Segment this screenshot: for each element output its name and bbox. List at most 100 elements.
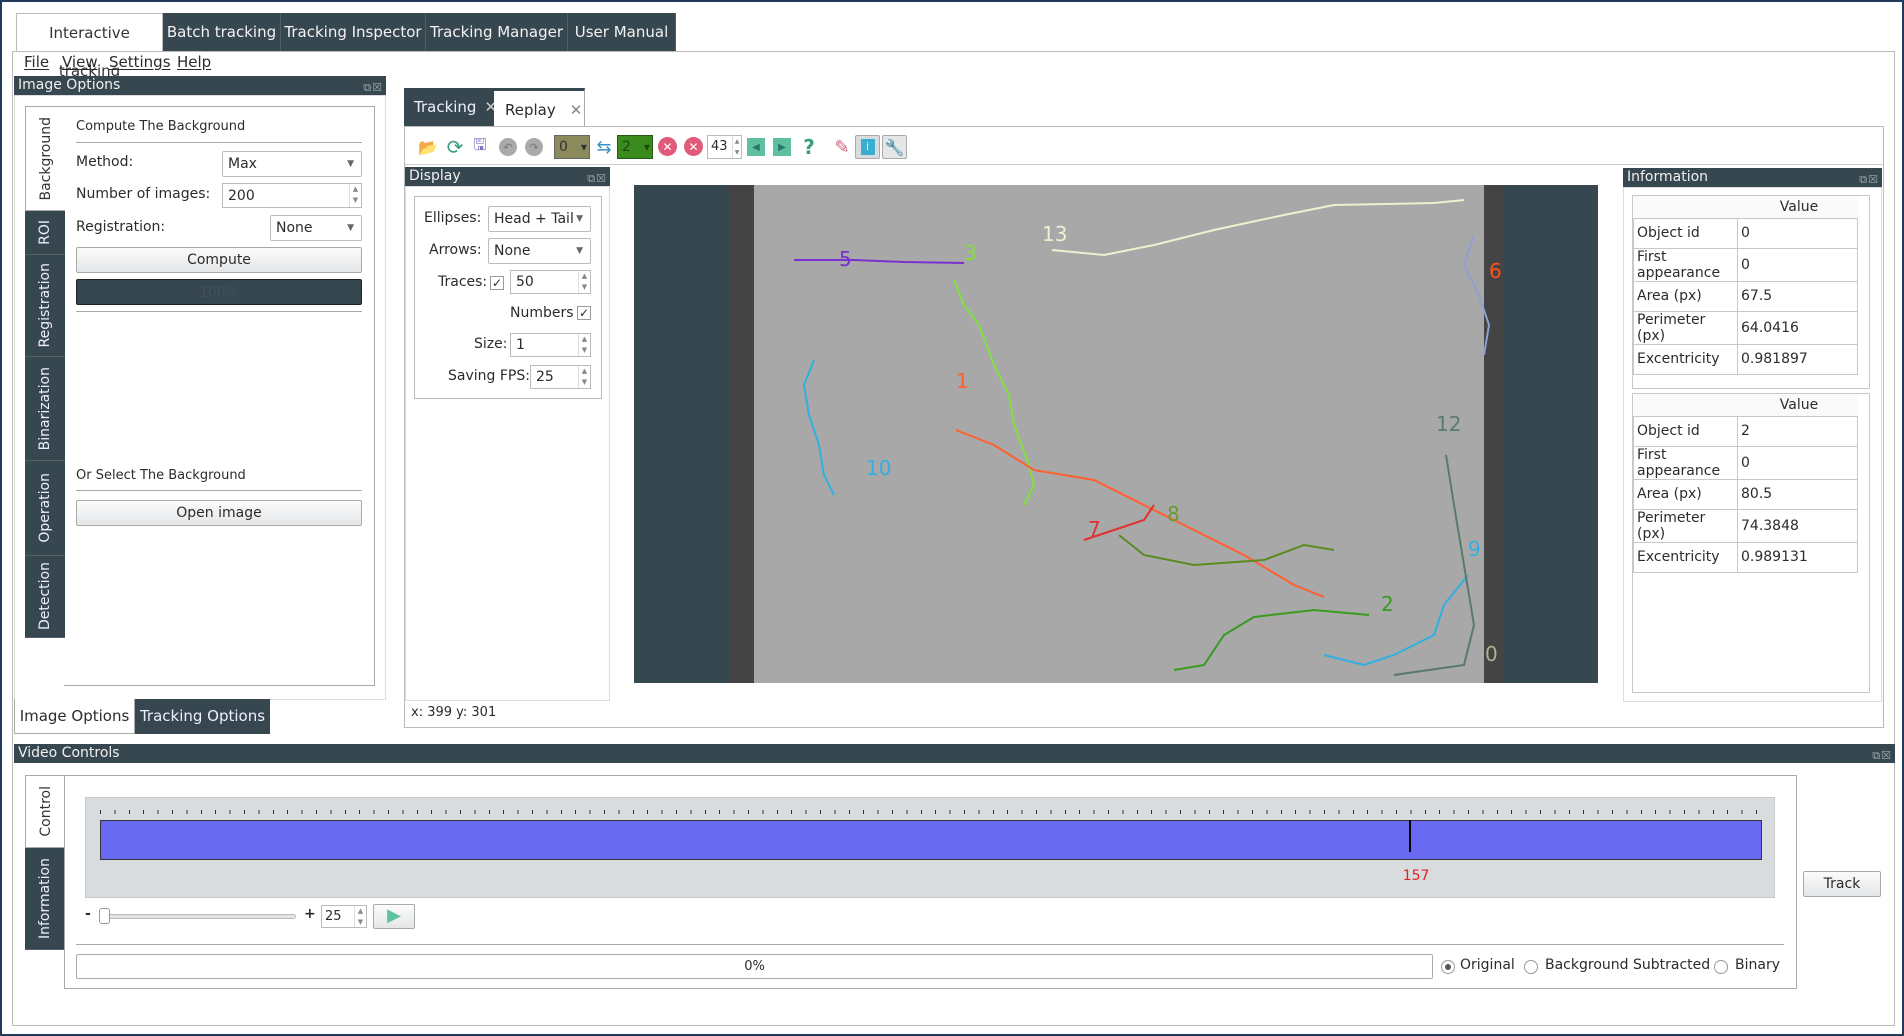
compute-button[interactable]: Compute	[76, 247, 362, 273]
speed-minus[interactable]: -	[85, 906, 91, 922]
radio-original-label[interactable]: Original	[1460, 957, 1515, 973]
traces-spinbox[interactable]: 50 ▲ ▼	[510, 270, 591, 294]
track-label: 0	[1485, 642, 1498, 666]
dock-float-close-icon[interactable]: ⧉☒	[1872, 746, 1892, 765]
play-button[interactable]: ▶	[373, 904, 415, 929]
display-title: Display ⧉☒	[405, 167, 610, 186]
method-label: Method:	[76, 154, 134, 170]
table-row: Perimeter (px) 74.3848	[1633, 508, 1858, 543]
menu-view[interactable]: View	[62, 53, 98, 71]
section-compute-background: Compute The Background	[76, 119, 246, 134]
chevron-down-icon: ▼	[643, 142, 650, 152]
menu-settings[interactable]: Settings	[109, 53, 171, 71]
saving-fps-spinbox[interactable]: 25 ▲ ▼	[530, 365, 591, 389]
size-spinbox[interactable]: 1 ▲ ▼	[510, 333, 591, 357]
method-select[interactable]: Max ▼	[222, 151, 362, 177]
speed-slider[interactable]	[102, 914, 296, 919]
speed-slider-handle[interactable]	[99, 908, 110, 924]
combo-a[interactable]: 0 ▼	[554, 135, 590, 159]
pencil-icon[interactable]: ✎	[832, 135, 852, 159]
property-name: First appearance	[1633, 445, 1738, 480]
vtab-information[interactable]: Information	[25, 848, 65, 950]
redo-icon[interactable]: ↷	[525, 138, 543, 156]
vtab-control[interactable]: Control	[25, 775, 65, 848]
property-value: 0	[1737, 247, 1858, 282]
info-icon[interactable]: i	[855, 135, 880, 159]
spin-arrows-icon[interactable]: ▲ ▼	[578, 366, 590, 388]
play-icon: ▶	[387, 905, 401, 926]
traces-checkbox[interactable]: ✓	[490, 276, 504, 290]
radio-binary[interactable]	[1714, 960, 1728, 974]
vtab-background[interactable]: Background	[25, 106, 65, 211]
vtab-operation[interactable]: Operation	[25, 461, 65, 556]
vtab-roi[interactable]: ROI	[25, 211, 65, 255]
track-label: 10	[866, 456, 891, 480]
property-value: 0	[1737, 217, 1858, 249]
tab-interactive-tracking[interactable]: Interactive tracking	[16, 13, 163, 80]
value-header: Value	[1737, 394, 1858, 417]
info-table-2: Value Object id 2 First appearance 0 Area (px…	[1633, 394, 1858, 573]
previous-icon[interactable]: ◀	[747, 138, 765, 156]
spin-arrows-icon[interactable]: ▲ ▼	[578, 271, 590, 293]
next-icon[interactable]: ▶	[773, 138, 791, 156]
vtab-registration[interactable]: Registration	[25, 255, 65, 357]
tab-tracking-inspector[interactable]: Tracking Inspector	[281, 13, 426, 51]
video-frame[interactable]: 0 1 2 3 5 6 7 8 9 10 12 13	[634, 185, 1598, 683]
tab-user-manual[interactable]: User Manual	[568, 13, 676, 51]
undo-icon[interactable]: ↶	[499, 138, 517, 156]
arrows-label: Arrows:	[429, 242, 482, 258]
folder-open-icon[interactable]: 📂	[417, 135, 439, 159]
property-value: 0.989131	[1737, 541, 1858, 573]
spin-arrows-icon[interactable]: ▲ ▼	[349, 184, 361, 207]
open-image-button[interactable]: Open image	[76, 500, 362, 526]
timeline-marker[interactable]	[1409, 820, 1412, 852]
combo-b[interactable]: 2 ▼	[617, 135, 653, 159]
wrench-icon[interactable]: 🔧	[882, 135, 907, 159]
radio-binary-label[interactable]: Binary	[1735, 957, 1780, 973]
menu-file[interactable]: File	[24, 53, 49, 71]
delete-icon[interactable]: ✕	[658, 137, 677, 156]
tab-image-options[interactable]: Image Options	[14, 699, 135, 734]
track-label: 9	[1468, 537, 1481, 561]
radio-original[interactable]	[1441, 960, 1455, 974]
menu-help[interactable]: Help	[177, 53, 211, 71]
table-row: Object id 0	[1633, 217, 1858, 249]
arrows-select[interactable]: None ▼	[488, 238, 591, 264]
frame-spinbox[interactable]: 43 ▲ ▼	[707, 135, 742, 159]
ellipses-label: Ellipses:	[424, 210, 482, 226]
spin-arrows-icon[interactable]: ▲ ▼	[354, 906, 366, 927]
property-name: Area (px)	[1633, 280, 1738, 312]
tab-tracking-options[interactable]: Tracking Options	[135, 699, 270, 734]
chevron-down-icon: ▼	[576, 246, 583, 256]
table-row: Area (px) 67.5	[1633, 280, 1858, 312]
close-icon[interactable]: ✕	[570, 101, 583, 119]
speed-spinbox[interactable]: 25 ▲ ▼	[321, 905, 367, 928]
tab-tracking[interactable]: Tracking ✕	[404, 88, 497, 126]
video-controls-title: Video Controls ⧉☒	[14, 744, 1895, 763]
track-button[interactable]: Track	[1803, 871, 1881, 897]
swap-icon[interactable]: ⇆	[594, 135, 614, 159]
speed-plus[interactable]: +	[304, 906, 316, 922]
property-value: 67.5	[1737, 280, 1858, 312]
tab-tracking-manager[interactable]: Tracking Manager	[426, 13, 568, 51]
tab-replay[interactable]: Replay ✕	[494, 88, 585, 127]
vtab-binarization[interactable]: Binarization	[25, 357, 65, 461]
delete-all-icon[interactable]: ✕	[684, 137, 703, 156]
spin-arrows-icon[interactable]: ▲ ▼	[578, 334, 590, 356]
registration-select[interactable]: None ▼	[270, 215, 362, 241]
current-frame-label: 157	[1402, 868, 1430, 884]
vtab-detection[interactable]: Detection	[25, 556, 65, 638]
tab-batch-tracking[interactable]: Batch tracking	[163, 13, 281, 51]
number-of-images-spinbox[interactable]: 200 ▲ ▼	[222, 183, 362, 208]
spin-arrows-icon[interactable]: ▲ ▼	[732, 136, 741, 158]
save-icon[interactable]: 🖫	[470, 135, 490, 159]
arena-left-wall	[730, 185, 754, 683]
numbers-checkbox[interactable]: ✓	[577, 306, 591, 320]
timeline-bar[interactable]	[100, 820, 1762, 860]
refresh-icon[interactable]: ⟳	[445, 135, 465, 159]
radio-background-subtracted[interactable]	[1524, 960, 1538, 974]
ellipses-select[interactable]: Head + Tail ▼	[488, 206, 591, 232]
radio-background-subtracted-label[interactable]: Background Subtracted	[1545, 957, 1710, 973]
image-options-title: Image Options ⧉☒	[14, 76, 386, 95]
help-icon[interactable]: ?	[800, 135, 818, 159]
